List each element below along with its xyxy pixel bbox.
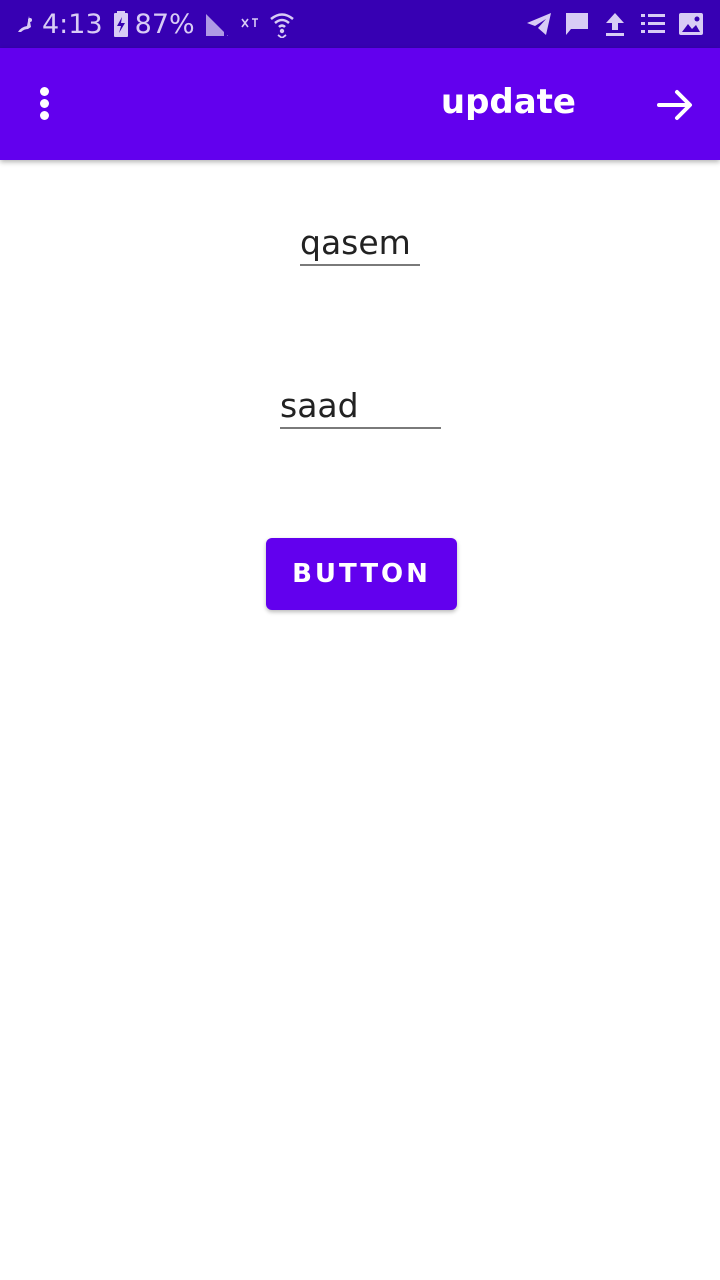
clock: 4:13: [42, 8, 103, 40]
menu-dot: [40, 111, 49, 120]
upload-icon: [600, 9, 630, 39]
image-icon: [676, 9, 706, 39]
last-name-input[interactable]: [280, 383, 441, 427]
menu-dot: [40, 87, 49, 96]
status-bar: 4:13 87%: [0, 0, 720, 48]
list-icon: [638, 9, 668, 39]
first-name-field[interactable]: [300, 220, 420, 266]
first-name-input[interactable]: [300, 220, 420, 264]
last-name-field[interactable]: [280, 383, 441, 429]
message-icon: [562, 9, 592, 39]
submit-button[interactable]: BUTTON: [266, 538, 457, 610]
signal-icon: [203, 9, 233, 39]
battery-percent: 87%: [134, 8, 195, 40]
battery-charging-icon: [111, 9, 131, 39]
page-title: update: [440, 82, 576, 122]
more-vert-icon[interactable]: [20, 79, 68, 129]
status-bar-right: [524, 0, 706, 48]
wifi-icon: [267, 9, 297, 39]
no-signal-icon: [239, 9, 261, 39]
menu-dot: [40, 99, 49, 108]
arrow-forward-icon[interactable]: [650, 80, 700, 130]
status-bar-left: 4:13 87%: [14, 0, 297, 48]
app-bar: update: [0, 48, 720, 160]
telegram-icon: [524, 9, 554, 39]
app-notification-icon: [14, 10, 36, 38]
